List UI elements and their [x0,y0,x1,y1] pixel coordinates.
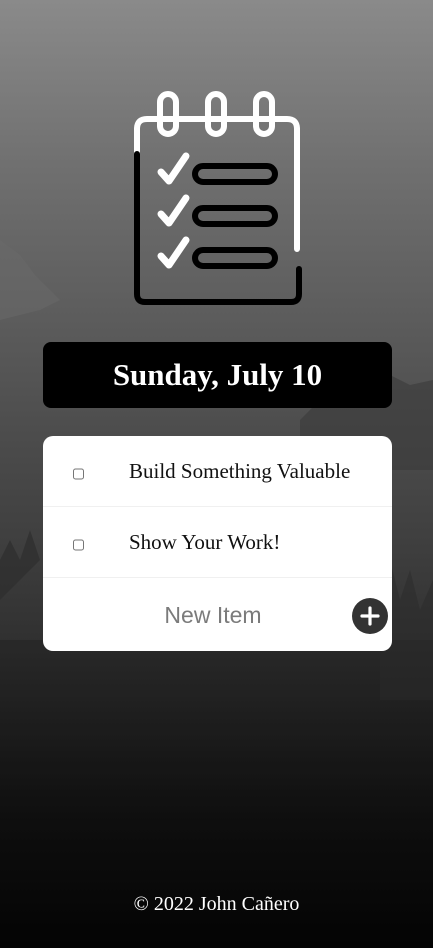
plus-icon [360,606,380,626]
date-title: Sunday, July 10 [112,357,323,392]
todo-item-label: Build Something Valuable [129,458,351,483]
todo-card: Build Something Valuable Show Your Work! [43,436,392,651]
notepad-checklist-icon [134,91,302,305]
todo-item[interactable]: Build Something Valuable [43,436,392,507]
todo-checkbox[interactable] [73,539,84,551]
todo-item[interactable]: Show Your Work! [43,507,392,578]
todo-checkbox[interactable] [73,468,84,480]
todo-item-label: Show Your Work! [129,529,281,554]
new-item-row [43,578,392,651]
add-item-button[interactable] [352,598,388,634]
new-item-input[interactable] [43,578,383,651]
date-header: Sunday, July 10 [43,342,392,408]
footer-copyright: © 2022 John Cañero [133,893,300,915]
